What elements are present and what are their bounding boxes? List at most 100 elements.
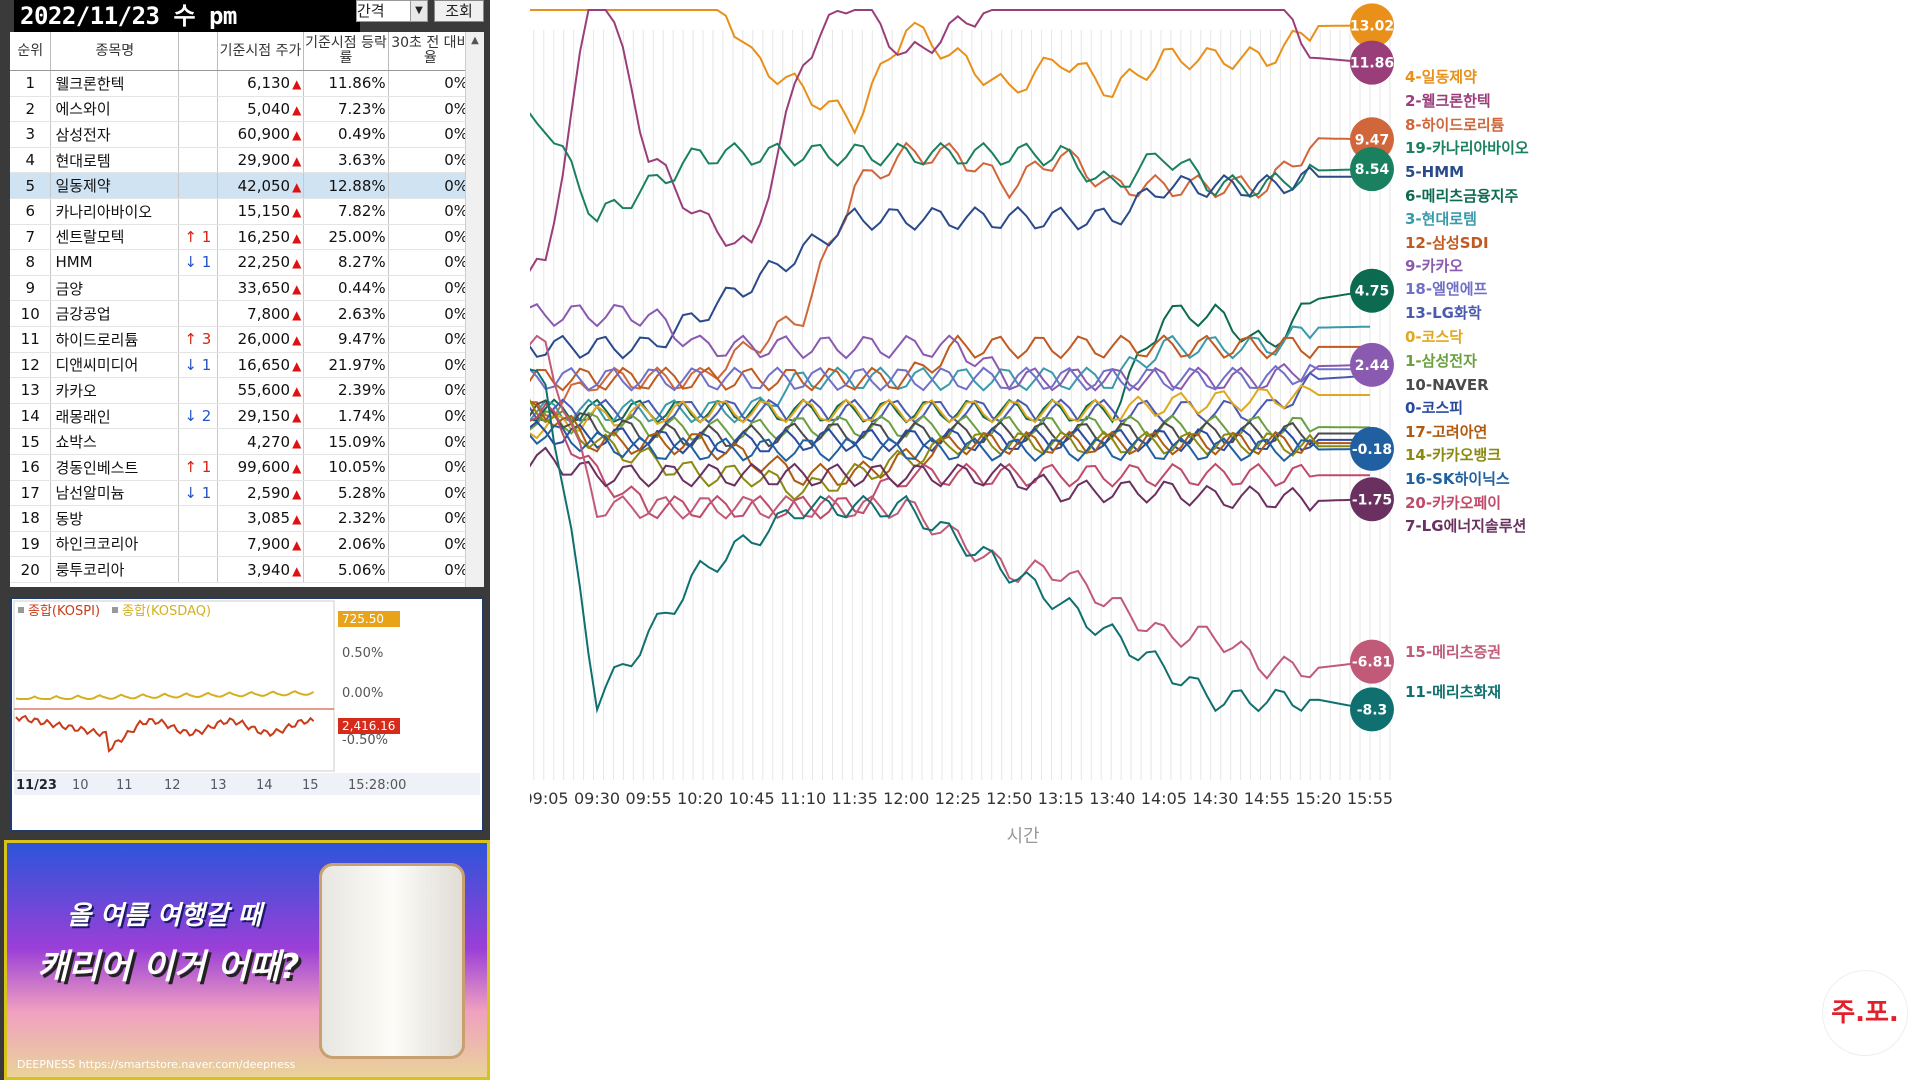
column-header-rank[interactable]: 순위 <box>10 32 52 71</box>
table-row[interactable]: 5 일동제약 42,050 ▲ 12.88% 0% <box>10 172 474 199</box>
legend-item: 17-고려아연 <box>1405 423 1487 441</box>
table-row[interactable]: 11 하이드로리튬 ↑ 3 26,000 ▲ 9.47% 0% <box>10 326 474 353</box>
ad-banner[interactable]: 올 여름 여행갈 때 캐리어 이거 어때? DEEPNESS https://s… <box>4 840 490 1080</box>
move-cell <box>178 96 218 123</box>
column-header-move[interactable] <box>178 32 218 71</box>
legend-item: 1-삼성전자 <box>1405 352 1477 370</box>
price-cell-text: 22,250 <box>237 253 291 272</box>
column-header-d30[interactable]: 30초 전 대비율 <box>388 32 474 71</box>
scroll-up-icon[interactable]: ▲ <box>466 32 484 50</box>
price-cell: 5,040 ▲ <box>217 96 305 123</box>
mini-x-tick: 14 <box>256 778 273 793</box>
price-cell-text: 55,600 <box>237 381 291 400</box>
price-cell-text: 16,650 <box>237 355 291 374</box>
query-button[interactable]: 조회 <box>434 0 484 22</box>
ad-footer: DEEPNESS https://smartstore.naver.com/de… <box>17 1058 296 1071</box>
chevron-down-icon[interactable]: ▼ <box>410 1 427 21</box>
series-line <box>530 112 1371 223</box>
left-panel: 2022/11/23 수 pm 03:28:30 간격 ▼ 조회 순위종목명 기준… <box>0 0 490 1080</box>
x-tick-label: 12:00 <box>883 789 929 808</box>
name-cell: 금양 <box>50 275 180 302</box>
rank-cell-text: 16 <box>20 458 40 477</box>
table-row[interactable]: 6 카나리아바이오 15,150 ▲ 7.82% 0% <box>10 198 474 225</box>
table-scrollbar[interactable]: ▲ <box>465 32 484 587</box>
table-row[interactable]: 17 남선알미늄 ↓ 1 2,590 ▲ 5.28% 0% <box>10 480 474 507</box>
up-triangle-icon: ▲ <box>292 461 302 476</box>
x-tick-label: 15:20 <box>1295 789 1341 808</box>
name-cell: 카나리아바이오 <box>50 198 180 225</box>
up-triangle-icon: ▲ <box>292 128 302 143</box>
table-row[interactable]: 15 쇼박스 4,270 ▲ 15.09% 0% <box>10 428 474 455</box>
up-triangle-icon: ▲ <box>292 435 302 450</box>
table-row[interactable]: 13 카카오 55,600 ▲ 2.39% 0% <box>10 377 474 404</box>
table-row[interactable]: 8 HMM ↓ 1 22,250 ▲ 8.27% 0% <box>10 249 474 276</box>
interval-select[interactable]: 간격 ▼ <box>356 0 428 22</box>
price-cell: 16,650 ▲ <box>217 352 305 379</box>
table-row[interactable]: 4 현대로템 29,900 ▲ 3.63% 0% <box>10 147 474 174</box>
pct-cell: 7.82% <box>303 198 389 225</box>
mini-y-tick: 0.00% <box>342 686 383 701</box>
name-cell-text: 동방 <box>55 509 84 528</box>
rank-cell-text: 14 <box>20 407 40 426</box>
x-tick-label: 12:25 <box>935 789 981 808</box>
legend-item: 0-코스닥 <box>1405 328 1463 346</box>
move-cell <box>178 121 218 148</box>
table-row[interactable]: 7 센트랄모텍 ↑ 1 16,250 ▲ 25.00% 0% <box>10 224 474 251</box>
name-cell: 남선알미늄 <box>50 480 180 507</box>
rank-cell-text: 17 <box>20 483 40 502</box>
d30-cell: 0% <box>388 121 474 148</box>
column-header-pct[interactable]: 기준시점 등락률 <box>303 32 389 71</box>
name-cell-text: 삼성전자 <box>55 125 111 144</box>
price-cell-text: 29,900 <box>237 151 291 170</box>
d30-cell: 0% <box>388 531 474 558</box>
price-cell: 3,940 ▲ <box>217 556 305 583</box>
table-row[interactable]: 9 금양 33,650 ▲ 0.44% 0% <box>10 275 474 302</box>
x-tick-label: 12:50 <box>986 789 1032 808</box>
d30-cell: 0% <box>388 70 474 97</box>
table-row[interactable]: 10 금강공업 7,800 ▲ 2.63% 0% <box>10 300 474 327</box>
price-cell-text: 6,130 <box>247 74 291 93</box>
price-cell: 42,050 ▲ <box>217 172 305 199</box>
table-row[interactable]: 1 웰크론한텍 6,130 ▲ 11.86% 0% <box>10 70 474 97</box>
name-cell: 에스와이 <box>50 96 180 123</box>
name-cell-text: 금강공업 <box>55 305 111 324</box>
d30-cell: 0% <box>388 172 474 199</box>
up-triangle-icon: ▲ <box>292 154 302 169</box>
table-row[interactable]: 16 경동인베스트 ↑ 1 99,600 ▲ 10.05% 0% <box>10 454 474 481</box>
up-triangle-icon: ▲ <box>292 102 302 117</box>
rank-cell: 14 <box>10 403 52 430</box>
price-cell: 33,650 ▲ <box>217 275 305 302</box>
pct-cell-text: 25.00% <box>328 227 386 246</box>
price-cell: 29,900 ▲ <box>217 147 305 174</box>
mini-x-tick: 13 <box>210 778 227 793</box>
up-triangle-icon: ▲ <box>292 205 302 220</box>
table-row[interactable]: 20 룽투코리아 3,940 ▲ 5.06% 0% <box>10 556 474 583</box>
legend-item: 7-LG에너지솔루션 <box>1405 517 1526 535</box>
table-row[interactable]: 19 하인크코리아 7,900 ▲ 2.06% 0% <box>10 531 474 558</box>
mini-y-tick: 0.50% <box>342 646 383 661</box>
move-cell-text: ↓ 1 <box>184 483 212 502</box>
column-header-name[interactable]: 종목명 <box>50 32 180 71</box>
legend-item: 10-NAVER <box>1405 376 1489 394</box>
table-row[interactable]: 14 래몽래인 ↓ 2 29,150 ▲ 1.74% 0% <box>10 403 474 430</box>
move-cell-text: ↑ 1 <box>184 227 212 246</box>
table-row[interactable]: 3 삼성전자 60,900 ▲ 0.49% 0% <box>10 121 474 148</box>
table-row[interactable]: 2 에스와이 5,040 ▲ 7.23% 0% <box>10 96 474 123</box>
rank-cell-text: 13 <box>20 381 40 400</box>
table-row[interactable]: 18 동방 3,085 ▲ 2.32% 0% <box>10 505 474 532</box>
legend-item: 9-카카오 <box>1405 257 1463 275</box>
legend-item: 19-카나리아바이오 <box>1405 139 1529 157</box>
table-row[interactable]: 12 디앤씨미디어 ↓ 1 16,650 ▲ 21.97% 0% <box>10 352 474 379</box>
price-cell: 60,900 ▲ <box>217 121 305 148</box>
table-body: 1 웰크론한텍 6,130 ▲ 11.86% 0% 2 에스와이 5,040 ▲ 7.23% 0% 3 삼… <box>10 70 474 583</box>
pct-cell: 7.23% <box>303 96 389 123</box>
legend-square-icon <box>18 607 24 613</box>
price-cell: 4,270 ▲ <box>217 428 305 455</box>
legend-item: 20-카카오페이 <box>1405 494 1501 512</box>
rank-table-panel: 순위 종목명 기준시점 주가 기준시점 등락률 30초 전 대비율 1 웰크론한텍 6,13… <box>10 32 484 587</box>
pct-cell: 21.97% <box>303 352 389 379</box>
datetime-display: 2022/11/23 수 pm 03:28:30 <box>14 0 360 62</box>
rank-cell: 16 <box>10 454 52 481</box>
column-header-price[interactable]: 기준시점 주가 <box>217 32 305 71</box>
pct-cell: 10.05% <box>303 454 389 481</box>
